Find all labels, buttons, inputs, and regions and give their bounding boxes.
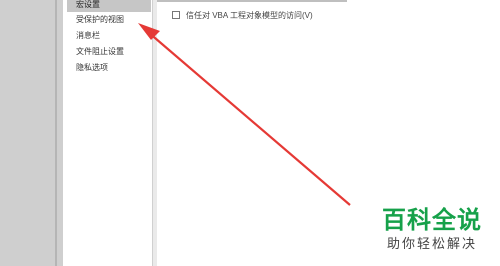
watermark-title: 百科全说	[382, 206, 482, 234]
watermark-logo: 百科全说 助你轻松解决	[373, 206, 491, 254]
arrow-shaft	[147, 31, 351, 206]
arrow-head	[138, 23, 160, 40]
watermark-subtitle: 助你轻松解决	[386, 237, 477, 252]
